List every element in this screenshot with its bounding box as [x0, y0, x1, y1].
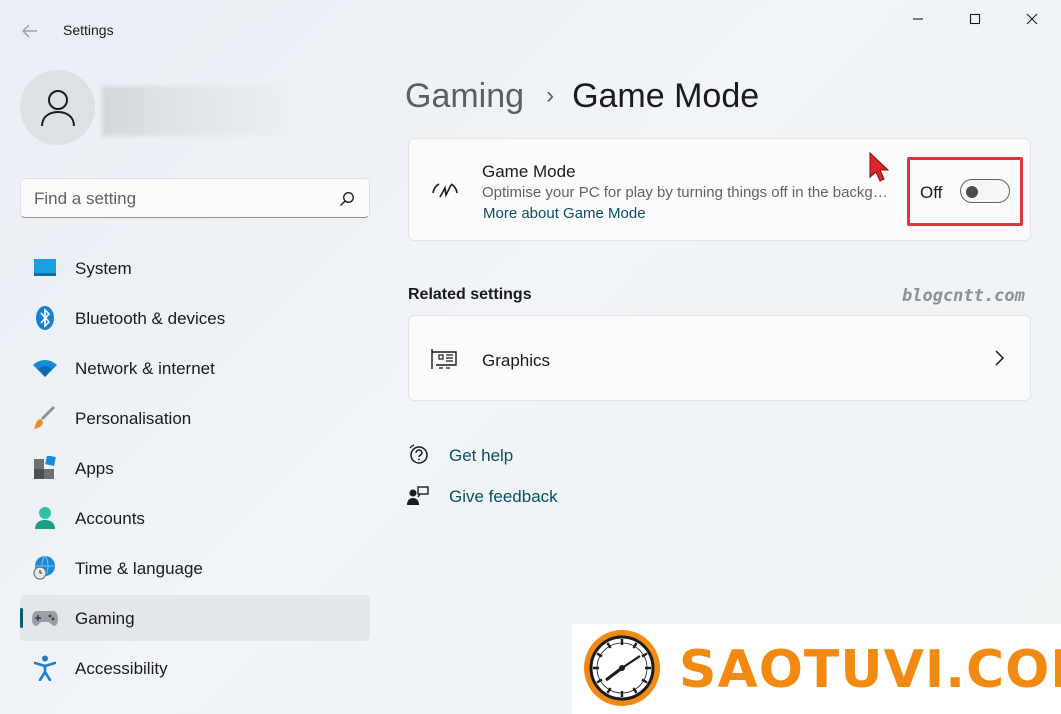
- sidebar-item-label: Accessibility: [75, 659, 168, 678]
- title-bar: Settings: [0, 0, 1061, 60]
- related-settings-title: Related settings: [408, 286, 532, 303]
- give-feedback-link[interactable]: Give feedback: [406, 485, 558, 507]
- username-redacted: [102, 86, 286, 136]
- give-feedback-label: Give feedback: [449, 487, 558, 506]
- sidebar-item-accounts[interactable]: Accounts: [20, 495, 370, 541]
- game-mode-title: Game Mode: [482, 162, 576, 181]
- close-button[interactable]: [1004, 2, 1060, 36]
- breadcrumb-separator-icon: ›: [546, 82, 555, 109]
- sidebar-item-label: Gaming: [75, 609, 135, 628]
- toggle-state-label: Off: [920, 183, 943, 202]
- sidebar-item-system[interactable]: System: [20, 245, 370, 291]
- maximize-icon: [969, 13, 981, 25]
- logo-text: SAOTUVI.COM: [679, 640, 1061, 700]
- get-help-label: Get help: [449, 446, 514, 465]
- avatar[interactable]: [20, 70, 95, 145]
- sidebar-item-bluetooth[interactable]: Bluetooth & devices: [20, 295, 370, 341]
- apps-icon: [32, 456, 58, 480]
- app-title: Settings: [63, 22, 114, 38]
- sidebar-item-label: Personalisation: [75, 409, 192, 428]
- game-mode-card: Game Mode Optimise your PC for play by t…: [408, 138, 1031, 241]
- sidebar-item-label: Bluetooth & devices: [75, 309, 226, 328]
- accessibility-icon: [32, 655, 58, 681]
- sidebar-item-label: Accounts: [75, 509, 145, 528]
- sidebar-item-personalisation[interactable]: Personalisation: [20, 395, 370, 441]
- graphics-card[interactable]: Graphics: [408, 315, 1031, 401]
- back-arrow-icon: [22, 24, 37, 38]
- page-title: Game Mode: [572, 76, 760, 115]
- maximize-button[interactable]: [947, 2, 1003, 36]
- bluetooth-icon: [32, 306, 58, 330]
- toggle-knob: [966, 186, 978, 198]
- watermark: blogcntt.com: [902, 286, 1025, 306]
- game-mode-description: Optimise your PC for play by turning thi…: [482, 184, 892, 201]
- graphics-card-icon: [431, 349, 457, 369]
- breadcrumb-parent[interactable]: Gaming: [405, 77, 524, 116]
- globe-clock-icon: [32, 555, 58, 580]
- accounts-icon: [32, 506, 58, 530]
- back-button[interactable]: [14, 16, 46, 46]
- search-icon[interactable]: [339, 191, 355, 207]
- system-icon: [32, 256, 58, 280]
- game-mode-toggle[interactable]: [960, 179, 1010, 203]
- minimize-icon: [913, 18, 923, 20]
- saotuvi-logo: SAOTUVI.COM: [572, 624, 1061, 714]
- sidebar-item-gaming[interactable]: Gaming: [20, 595, 370, 641]
- sidebar-nav: System Bluetooth & devices Network & int…: [20, 245, 370, 695]
- more-about-game-mode-link[interactable]: More about Game Mode: [483, 205, 646, 222]
- help-chat-icon: [406, 444, 430, 466]
- sidebar-item-label: Apps: [75, 459, 114, 478]
- mouse-cursor-icon: [869, 152, 890, 182]
- wifi-icon: [32, 356, 58, 380]
- chevron-right-icon: [995, 350, 1005, 366]
- clock-icon: [584, 630, 660, 706]
- sidebar-item-label: Network & internet: [75, 359, 215, 378]
- minimize-button[interactable]: [890, 2, 946, 36]
- get-help-link[interactable]: Get help: [406, 444, 513, 466]
- close-icon: [1026, 13, 1038, 25]
- graphics-label: Graphics: [482, 351, 551, 370]
- sidebar-item-label: Time & language: [75, 559, 203, 578]
- brush-icon: [32, 406, 58, 430]
- settings-window: Settings System Bluetooth & device: [0, 0, 1061, 714]
- sidebar-item-apps[interactable]: Apps: [20, 445, 370, 491]
- sidebar-item-network[interactable]: Network & internet: [20, 345, 370, 391]
- search-box[interactable]: [20, 178, 370, 218]
- sidebar-item-label: System: [75, 259, 132, 278]
- gamepad-icon: [32, 606, 58, 630]
- search-input[interactable]: [34, 188, 334, 210]
- feedback-icon: [406, 485, 430, 507]
- speedometer-icon: [432, 183, 458, 198]
- sidebar-item-accessibility[interactable]: Accessibility: [20, 645, 370, 691]
- sidebar-item-time-language[interactable]: Time & language: [20, 545, 370, 591]
- breadcrumb: Gaming › Game Mode: [405, 74, 759, 118]
- user-icon: [40, 89, 75, 126]
